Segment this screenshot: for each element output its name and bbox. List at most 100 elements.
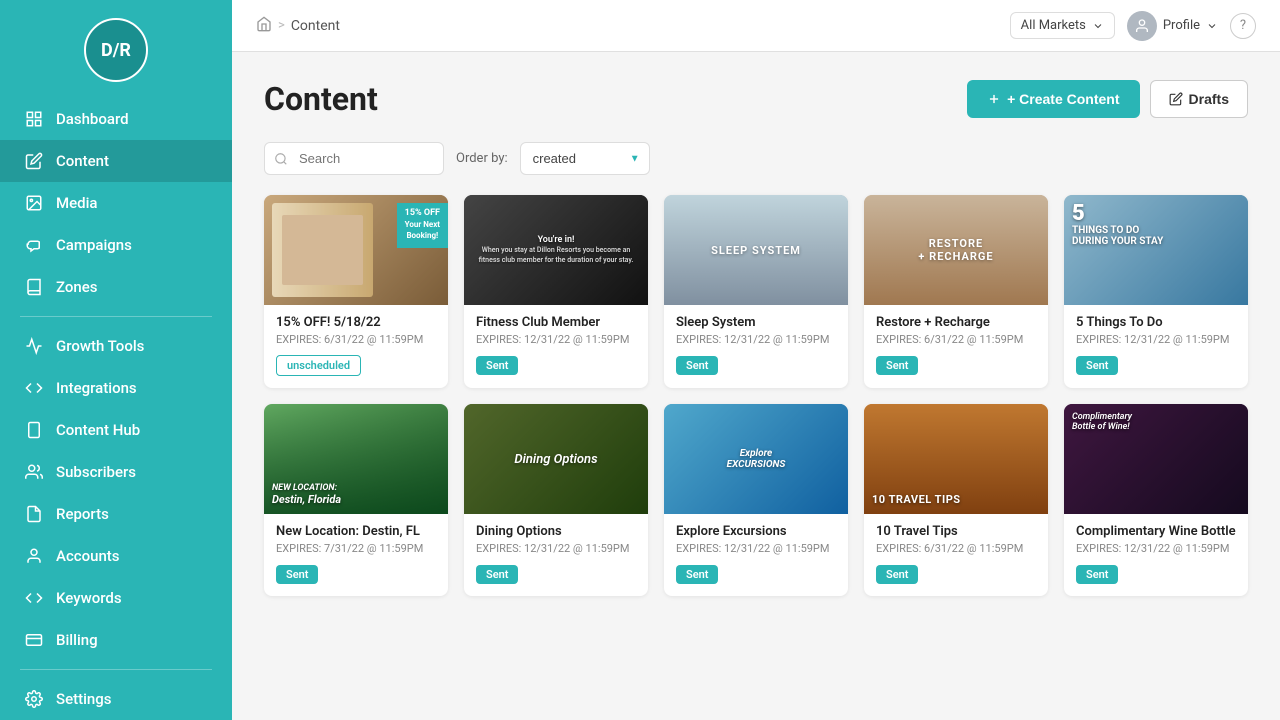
content-card[interactable]: 15% OFFYour NextBooking! 15% OFF! 5/18/2…: [264, 195, 448, 388]
card-body: 15% OFF! 5/18/22 EXPIRES: 6/31/22 @ 11:5…: [264, 305, 448, 388]
card-expires: EXPIRES: 12/31/22 @ 11:59PM: [1076, 333, 1236, 346]
status-badge: Sent: [876, 565, 918, 584]
card-body: Fitness Club Member EXPIRES: 12/31/22 @ …: [464, 305, 648, 387]
card-thumbnail: Dining Options: [464, 404, 648, 514]
market-selector[interactable]: All Markets: [1010, 12, 1115, 39]
sidebar-item-accounts[interactable]: Accounts: [0, 535, 232, 577]
sidebar-item-campaigns[interactable]: Campaigns: [0, 224, 232, 266]
create-content-label: + Create Content: [1007, 91, 1119, 107]
card-expires: EXPIRES: 6/31/22 @ 11:59PM: [276, 333, 436, 346]
card-expires: EXPIRES: 12/31/22 @ 11:59PM: [676, 333, 836, 346]
order-select-wrap: created: [520, 142, 650, 175]
card-title: Restore + Recharge: [876, 315, 1036, 330]
sidebar-item-media-label: Media: [56, 194, 98, 212]
content-card[interactable]: RESTORE+ RECHARGE Restore + Recharge EXP…: [864, 195, 1048, 388]
content-card[interactable]: ComplimentaryBottle of Wine! Complimenta…: [1064, 404, 1248, 596]
sidebar-item-zones-label: Zones: [56, 278, 98, 296]
tool-icon: [24, 336, 44, 356]
content-card[interactable]: Dining Options Dining Options EXPIRES: 1…: [464, 404, 648, 596]
card-expires: EXPIRES: 12/31/22 @ 11:59PM: [476, 542, 636, 555]
profile-area[interactable]: Profile: [1127, 11, 1218, 41]
sidebar-item-dashboard[interactable]: Dashboard: [0, 98, 232, 140]
content-card[interactable]: 5THINGS TO DODURING YOUR STAY 5 Things T…: [1064, 195, 1248, 388]
home-icon[interactable]: [256, 16, 272, 36]
status-badge: unscheduled: [276, 355, 361, 376]
card-body: Restore + Recharge EXPIRES: 6/31/22 @ 11…: [864, 305, 1048, 387]
card-thumbnail: 10 TRAVEL TIPS: [864, 404, 1048, 514]
status-badge: Sent: [1076, 356, 1118, 375]
sidebar: D/R Dashboard Content Media: [0, 0, 232, 720]
help-button[interactable]: ?: [1230, 13, 1256, 39]
sidebar-item-reports[interactable]: Reports: [0, 493, 232, 535]
sidebar-item-content-hub-label: Content Hub: [56, 421, 140, 439]
status-badge: Sent: [276, 565, 318, 584]
content-card[interactable]: SLEEP SYSTEM Sleep System EXPIRES: 12/31…: [664, 195, 848, 388]
megaphone-icon: [24, 235, 44, 255]
content-card[interactable]: NEW LOCATION:Destin, Florida New Locatio…: [264, 404, 448, 596]
content-card[interactable]: You're in!When you stay at Dillon Resort…: [464, 195, 648, 388]
card-expires: EXPIRES: 7/31/22 @ 11:59PM: [276, 542, 436, 555]
content-card[interactable]: 10 TRAVEL TIPS 10 Travel Tips EXPIRES: 6…: [864, 404, 1048, 596]
create-content-button[interactable]: + Create Content: [967, 80, 1139, 118]
card-title: Dining Options: [476, 524, 636, 539]
card-thumbnail: 5THINGS TO DODURING YOUR STAY: [1064, 195, 1248, 305]
phone-icon: [24, 420, 44, 440]
sidebar-item-media[interactable]: Media: [0, 182, 232, 224]
status-badge: Sent: [476, 356, 518, 375]
card-title: 5 Things To Do: [1076, 315, 1236, 330]
card-thumbnail: 15% OFFYour NextBooking!: [264, 195, 448, 305]
sidebar-item-growth-tools[interactable]: Growth Tools: [0, 325, 232, 367]
card-title: New Location: Destin, FL: [276, 524, 436, 539]
content-grid: 15% OFFYour NextBooking! 15% OFF! 5/18/2…: [264, 195, 1248, 596]
sidebar-item-keywords-label: Keywords: [56, 589, 122, 607]
content-header: Content + Create Content Drafts: [264, 80, 1248, 118]
help-icon: ?: [1240, 18, 1246, 33]
sidebar-item-subscribers[interactable]: Subscribers: [0, 451, 232, 493]
search-input[interactable]: [264, 142, 444, 175]
users-icon: [24, 462, 44, 482]
pencil-icon: [24, 151, 44, 171]
code-icon: [24, 378, 44, 398]
order-select[interactable]: created: [520, 142, 650, 175]
sidebar-item-settings[interactable]: Settings: [0, 678, 232, 720]
sidebar-item-integrations[interactable]: Integrations: [0, 367, 232, 409]
card-thumbnail: ComplimentaryBottle of Wine!: [1064, 404, 1248, 514]
search-icon: [274, 152, 288, 166]
file-icon: [24, 504, 44, 524]
search-wrap: [264, 142, 444, 175]
content-card[interactable]: ExploreEXCURSIONS Explore Excursions EXP…: [664, 404, 848, 596]
sidebar-item-billing-label: Billing: [56, 631, 98, 649]
sidebar-bottom: Settings: [0, 661, 232, 720]
market-selector-label: All Markets: [1021, 18, 1086, 33]
sidebar-item-zones[interactable]: Zones: [0, 266, 232, 308]
card-title: 10 Travel Tips: [876, 524, 1036, 539]
header-actions: + Create Content Drafts: [967, 80, 1248, 118]
drafts-button[interactable]: Drafts: [1150, 80, 1248, 118]
sidebar-item-integrations-label: Integrations: [56, 379, 137, 397]
sidebar-item-content[interactable]: Content: [0, 140, 232, 182]
sidebar-item-content-label: Content: [56, 152, 109, 170]
sidebar-item-billing[interactable]: Billing: [0, 619, 232, 661]
card-expires: EXPIRES: 6/31/22 @ 11:59PM: [876, 333, 1036, 346]
sidebar-item-reports-label: Reports: [56, 505, 109, 523]
card-body: Complimentary Wine Bottle EXPIRES: 12/31…: [1064, 514, 1248, 596]
image-icon: [24, 193, 44, 213]
sidebar-item-growth-tools-label: Growth Tools: [56, 337, 144, 355]
card-body: Explore Excursions EXPIRES: 12/31/22 @ 1…: [664, 514, 848, 596]
card-thumbnail: ExploreEXCURSIONS: [664, 404, 848, 514]
card-expires: EXPIRES: 6/31/22 @ 11:59PM: [876, 542, 1036, 555]
card-title: 15% OFF! 5/18/22: [276, 315, 436, 330]
avatar: [1127, 11, 1157, 41]
filter-bar: Order by: created: [264, 142, 1248, 175]
sidebar-item-keywords[interactable]: Keywords: [0, 577, 232, 619]
card-thumbnail: SLEEP SYSTEM: [664, 195, 848, 305]
profile-label: Profile: [1163, 18, 1200, 33]
order-by-label: Order by:: [456, 151, 508, 166]
topbar-right: All Markets Profile ?: [1010, 11, 1256, 41]
topbar: > Content All Markets Profile ?: [232, 0, 1280, 52]
sidebar-item-content-hub[interactable]: Content Hub: [0, 409, 232, 451]
logo[interactable]: D/R: [84, 18, 148, 82]
main-area: > Content All Markets Profile ? Content: [232, 0, 1280, 720]
sidebar-item-subscribers-label: Subscribers: [56, 463, 136, 481]
card-body: 5 Things To Do EXPIRES: 12/31/22 @ 11:59…: [1064, 305, 1248, 387]
